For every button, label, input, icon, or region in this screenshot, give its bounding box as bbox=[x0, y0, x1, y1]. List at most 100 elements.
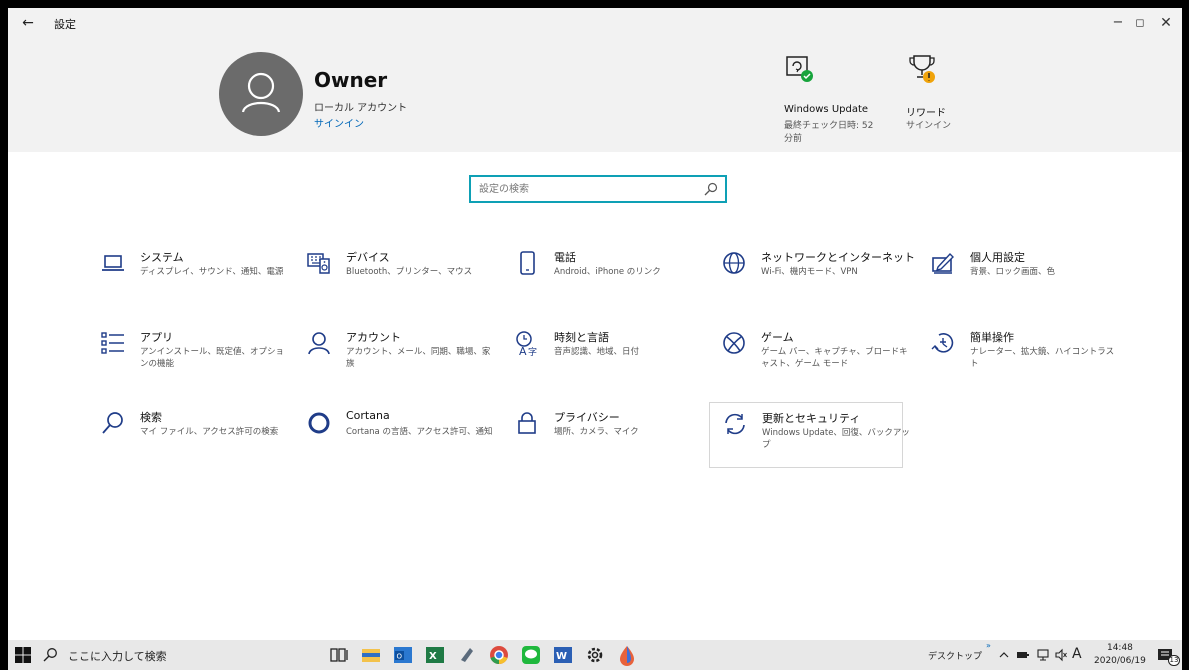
title-bar: ← 設定 − ◻ ✕ bbox=[8, 8, 1182, 38]
clock-date: 2020/06/19 bbox=[1094, 656, 1146, 666]
windows-update-status: 最終チェック日時: 52 bbox=[784, 121, 874, 131]
tile-search[interactable]: 検索 マイ ファイル、アクセス許可の検索 bbox=[88, 402, 282, 468]
tile-apps-desc: アンインストール、既定値、オプションの機能 bbox=[140, 347, 284, 369]
windows-update-title[interactable]: Windows Update bbox=[784, 104, 868, 115]
account-type: ローカル アカウント bbox=[314, 103, 408, 114]
tile-devices-desc: Bluetooth、プリンター、マウス bbox=[346, 267, 473, 277]
cortana-icon bbox=[308, 412, 330, 434]
tile-update-security-desc: Windows Update、回復、バックアップ bbox=[762, 428, 910, 450]
svg-text:O: O bbox=[397, 653, 403, 661]
pen-tablet-icon bbox=[932, 252, 954, 274]
tile-apps[interactable]: アプリ アンインストール、既定値、オプションの機能 bbox=[88, 322, 284, 388]
search-icon bbox=[43, 648, 57, 662]
app-list-icon bbox=[101, 332, 124, 354]
clock-time: 14:48 bbox=[1106, 643, 1133, 653]
tile-system[interactable]: システム ディスプレイ、サウンド、通知、電源 bbox=[88, 242, 283, 308]
person-icon bbox=[308, 332, 330, 355]
tile-ease-of-access-name: 簡単操作 bbox=[970, 331, 1014, 344]
tile-personalization-name: 個人用設定 bbox=[970, 251, 1025, 264]
settings-window: ← 設定 − ◻ ✕ Owner ローカル アカウント サインイン Window… bbox=[8, 8, 1182, 640]
close-button[interactable]: ✕ bbox=[1146, 10, 1182, 36]
search-icon[interactable] bbox=[703, 181, 719, 197]
tile-ease-of-access[interactable]: 簡単操作 ナレーター、拡大鏡、ハイコントラスト bbox=[918, 322, 1114, 388]
tile-time-language[interactable]: A 字 時刻と言語 音声認識、地域、日付 bbox=[502, 322, 696, 388]
svg-text:W: W bbox=[556, 651, 567, 662]
account-header: Owner ローカル アカウント サインイン Windows Update 最終… bbox=[8, 38, 1182, 152]
taskbar-search-placeholder: ここに入力して検索 bbox=[68, 650, 167, 663]
toolbar-chevron[interactable]: » bbox=[986, 641, 991, 650]
tile-devices[interactable]: デバイス Bluetooth、プリンター、マウス bbox=[294, 242, 488, 308]
tile-time-language-desc: 音声認識、地域、日付 bbox=[554, 347, 640, 357]
tile-network-desc: Wi-Fi、機内モード、VPN bbox=[761, 267, 858, 277]
chevron-up-icon[interactable] bbox=[998, 649, 1010, 661]
phone-icon bbox=[520, 251, 535, 275]
tile-devices-name: デバイス bbox=[346, 251, 390, 264]
taskbar: ここに入力して検索 O X W デスクトップ » A 14:48 2020/06… bbox=[8, 640, 1182, 670]
tile-accounts[interactable]: アカウント アカウント、メール、同期、職場、家族 bbox=[294, 322, 490, 388]
sync-icon bbox=[725, 413, 745, 435]
tile-system-name: システム bbox=[140, 251, 184, 264]
tile-network[interactable]: ネットワークとインターネット Wi-Fi、機内モード、VPN bbox=[709, 242, 915, 308]
tile-time-language-name: 時刻と言語 bbox=[554, 331, 609, 344]
battery-icon[interactable] bbox=[1016, 649, 1030, 661]
tile-gaming[interactable]: ゲーム ゲーム バー、キャプチャ、ブロードキャスト、ゲーム モード bbox=[709, 322, 908, 388]
network-icon[interactable] bbox=[1036, 648, 1050, 662]
tile-cortana[interactable]: Cortana Cortana の言語、アクセス許可、通知 bbox=[294, 402, 493, 468]
search-icon bbox=[102, 412, 123, 434]
tile-cortana-name: Cortana bbox=[346, 409, 390, 422]
time-language-icon: A 字 bbox=[516, 331, 537, 356]
media-player-icon[interactable] bbox=[456, 644, 478, 666]
tile-phone-name: 電話 bbox=[554, 251, 576, 264]
tile-accounts-name: アカウント bbox=[346, 331, 401, 344]
task-view-icon[interactable] bbox=[328, 644, 350, 666]
tile-privacy[interactable]: プライバシー 場所、カメラ、マイク bbox=[502, 402, 696, 468]
windows-update-status-2: 分前 bbox=[784, 134, 803, 144]
windows-start-icon[interactable] bbox=[14, 646, 32, 664]
desktop-toolbar-label[interactable]: デスクトップ bbox=[928, 649, 982, 662]
account-name: Owner bbox=[314, 68, 388, 92]
windows-update-icon[interactable] bbox=[784, 52, 818, 86]
tile-ease-of-access-desc: ナレーター、拡大鏡、ハイコントラスト bbox=[970, 347, 1115, 369]
search-input[interactable] bbox=[471, 177, 691, 201]
notification-count-badge: 13 bbox=[1168, 655, 1180, 666]
person-icon bbox=[241, 72, 281, 113]
settings-gear-icon[interactable] bbox=[584, 644, 606, 666]
speaker-muted-icon[interactable] bbox=[1054, 648, 1068, 662]
tile-phone[interactable]: 電話 Android、iPhone のリンク bbox=[502, 242, 696, 308]
tile-accounts-desc: アカウント、メール、同期、職場、家族 bbox=[346, 347, 491, 369]
tile-cortana-desc: Cortana の言語、アクセス許可、通知 bbox=[346, 427, 493, 437]
file-explorer-icon[interactable] bbox=[360, 644, 382, 666]
window-title: 設定 bbox=[54, 18, 76, 31]
tile-apps-name: アプリ bbox=[140, 331, 173, 344]
ease-of-access-icon bbox=[931, 333, 954, 353]
excel-icon[interactable]: X bbox=[424, 644, 446, 666]
chrome-icon[interactable] bbox=[488, 644, 510, 666]
rewards-signin[interactable]: サインイン bbox=[906, 120, 951, 133]
tile-gaming-desc: ゲーム バー、キャプチャ、ブロードキャスト、ゲーム モード bbox=[761, 347, 908, 369]
outlook-icon[interactable]: O bbox=[392, 644, 414, 666]
line-icon[interactable] bbox=[520, 644, 542, 666]
tile-personalization[interactable]: 個人用設定 背景、ロック画面、色 bbox=[918, 242, 1112, 308]
word-icon[interactable]: W bbox=[552, 644, 574, 666]
lock-icon bbox=[518, 412, 536, 434]
tile-privacy-desc: 場所、カメラ、マイク bbox=[554, 427, 639, 437]
tile-network-name: ネットワークとインターネット bbox=[761, 251, 915, 264]
settings-search[interactable] bbox=[469, 175, 727, 203]
tile-search-name: 検索 bbox=[140, 411, 162, 424]
tile-update-security[interactable]: 更新とセキュリティ Windows Update、回復、バックアップ bbox=[709, 402, 910, 468]
tile-search-desc: マイ ファイル、アクセス許可の検索 bbox=[140, 427, 279, 437]
ime-indicator[interactable]: A bbox=[1072, 646, 1082, 662]
tile-personalization-desc: 背景、ロック画面、色 bbox=[970, 267, 1056, 277]
taskbar-search-box[interactable]: ここに入力して検索 bbox=[34, 640, 298, 670]
svg-text:字: 字 bbox=[528, 346, 537, 356]
svg-text:X: X bbox=[429, 651, 437, 662]
tile-gaming-name: ゲーム bbox=[761, 331, 794, 344]
tile-privacy-name: プライバシー bbox=[554, 411, 620, 424]
rewards-trophy-icon[interactable] bbox=[906, 52, 940, 86]
account-signin-link[interactable]: サインイン bbox=[314, 115, 364, 130]
back-button[interactable]: ← bbox=[16, 12, 40, 34]
avatar[interactable] bbox=[219, 52, 303, 136]
paint-3d-icon[interactable] bbox=[616, 644, 638, 666]
rewards-title[interactable]: リワード bbox=[906, 104, 946, 119]
clock[interactable]: 14:48 2020/06/19 bbox=[1094, 642, 1146, 668]
